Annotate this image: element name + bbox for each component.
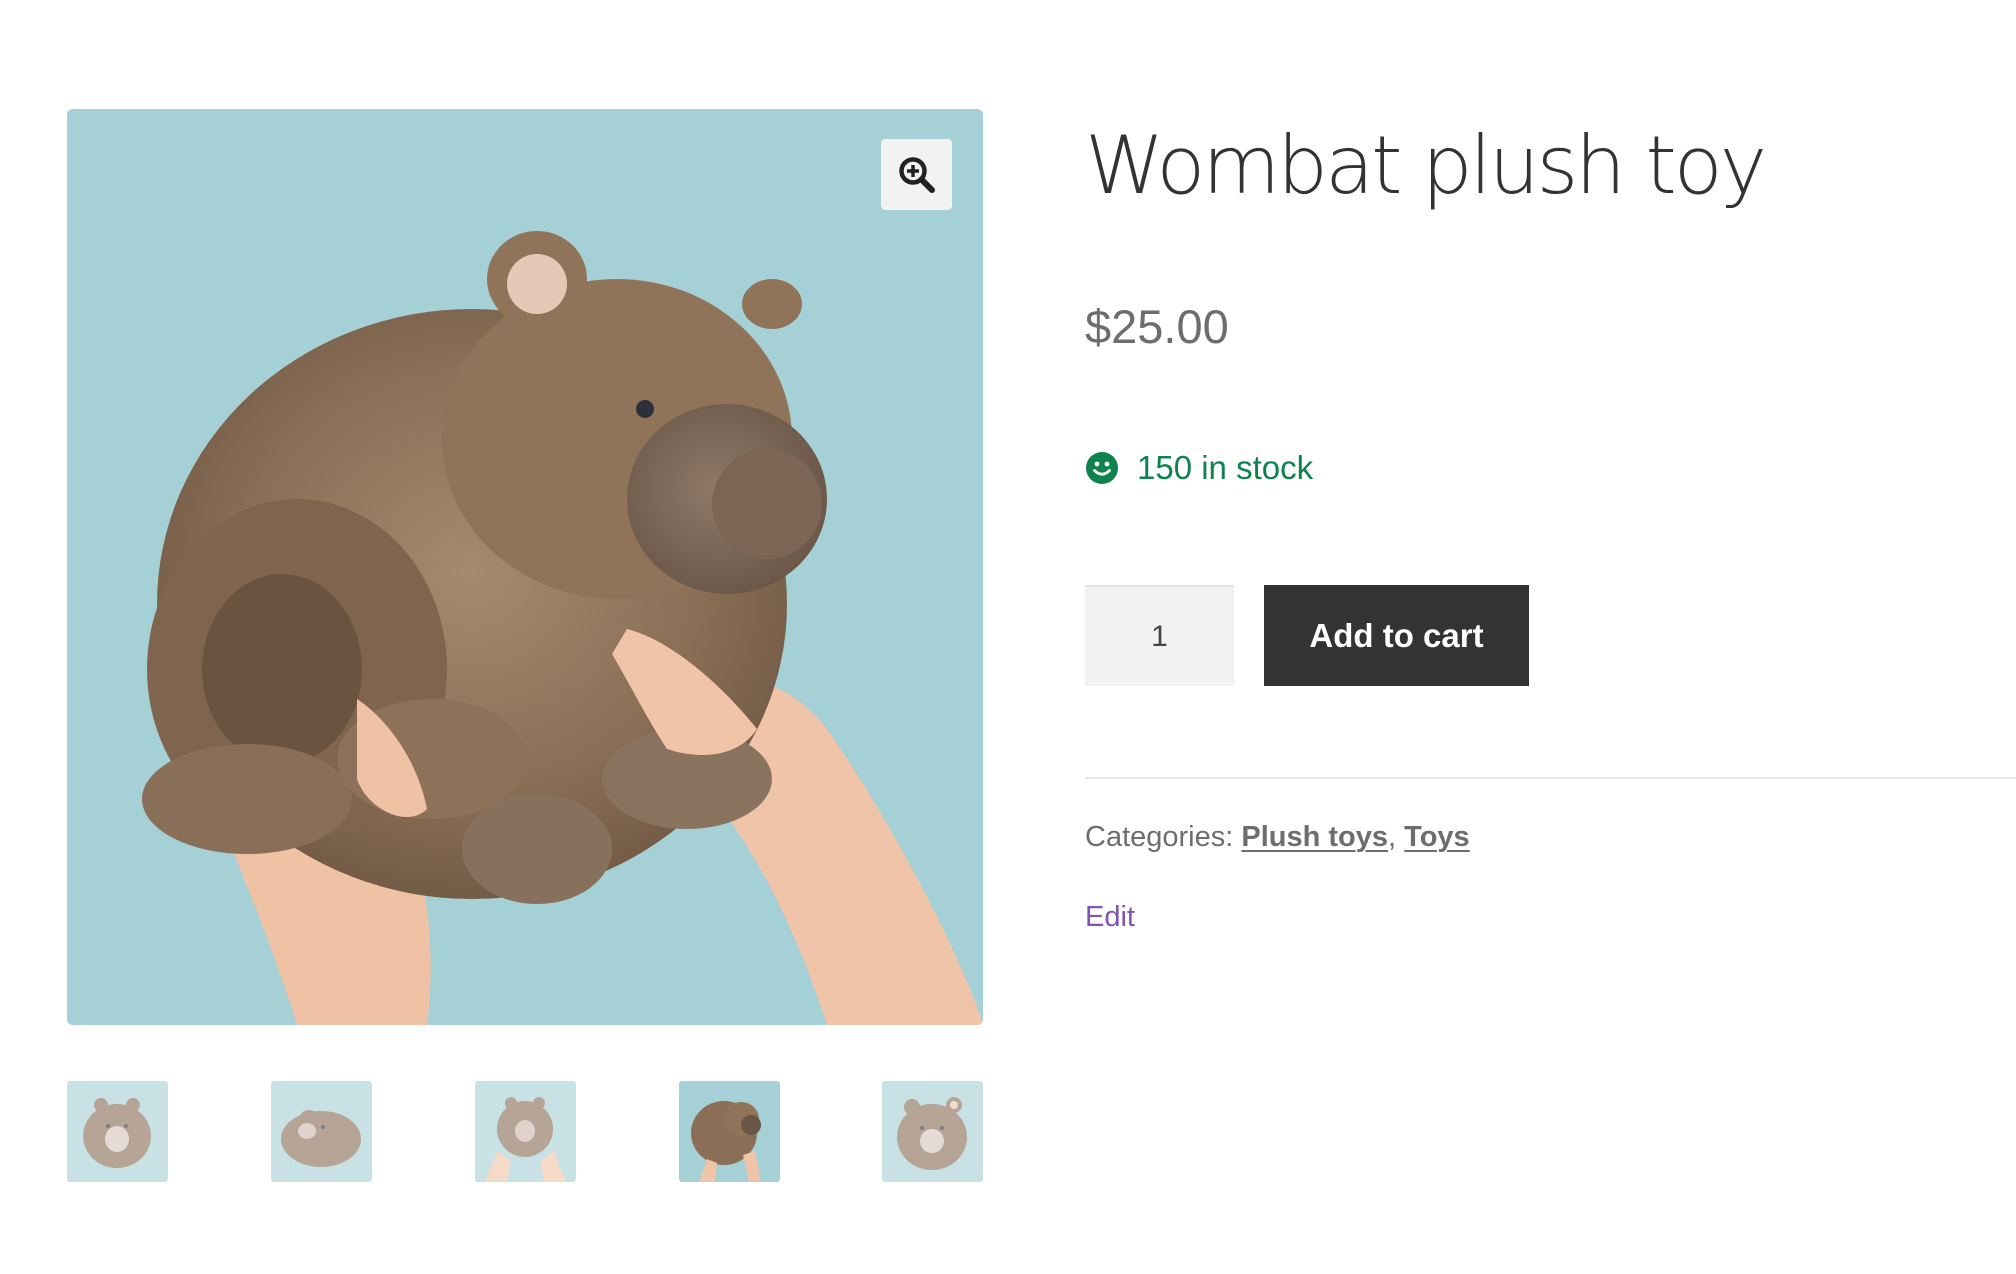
category-link-toys[interactable]: Toys	[1404, 821, 1470, 853]
edit-link[interactable]: Edit	[1085, 901, 1135, 934]
smiley-icon	[1086, 452, 1118, 484]
category-separator: ,	[1388, 821, 1397, 853]
zoom-button[interactable]	[881, 139, 952, 210]
magnifier-plus-icon	[898, 156, 935, 193]
thumbnail-strip	[67, 1081, 983, 1182]
product-thumbnail[interactable]	[67, 1081, 168, 1182]
stock-status: 150 in stock	[1085, 449, 1313, 487]
divider	[1085, 777, 2016, 779]
add-to-cart-button[interactable]: Add to cart	[1264, 585, 1529, 686]
product-main-image[interactable]	[67, 109, 983, 1025]
quantity-input[interactable]	[1085, 585, 1234, 686]
stock-text: 150 in stock	[1137, 449, 1314, 486]
product-thumbnail[interactable]	[882, 1081, 983, 1182]
product-thumbnail[interactable]	[271, 1081, 372, 1182]
categories-label: Categories:	[1085, 821, 1234, 853]
product-thumbnail[interactable]	[475, 1081, 576, 1182]
product-title: Wombat plush toy	[1085, 119, 1767, 212]
category-link-plush-toys[interactable]: Plush toys	[1241, 821, 1388, 853]
product-thumbnail-active[interactable]	[679, 1081, 780, 1182]
product-categories: Categories: Plush toys, Toys	[1085, 821, 1470, 854]
product-price: $25.00	[1085, 300, 1229, 353]
